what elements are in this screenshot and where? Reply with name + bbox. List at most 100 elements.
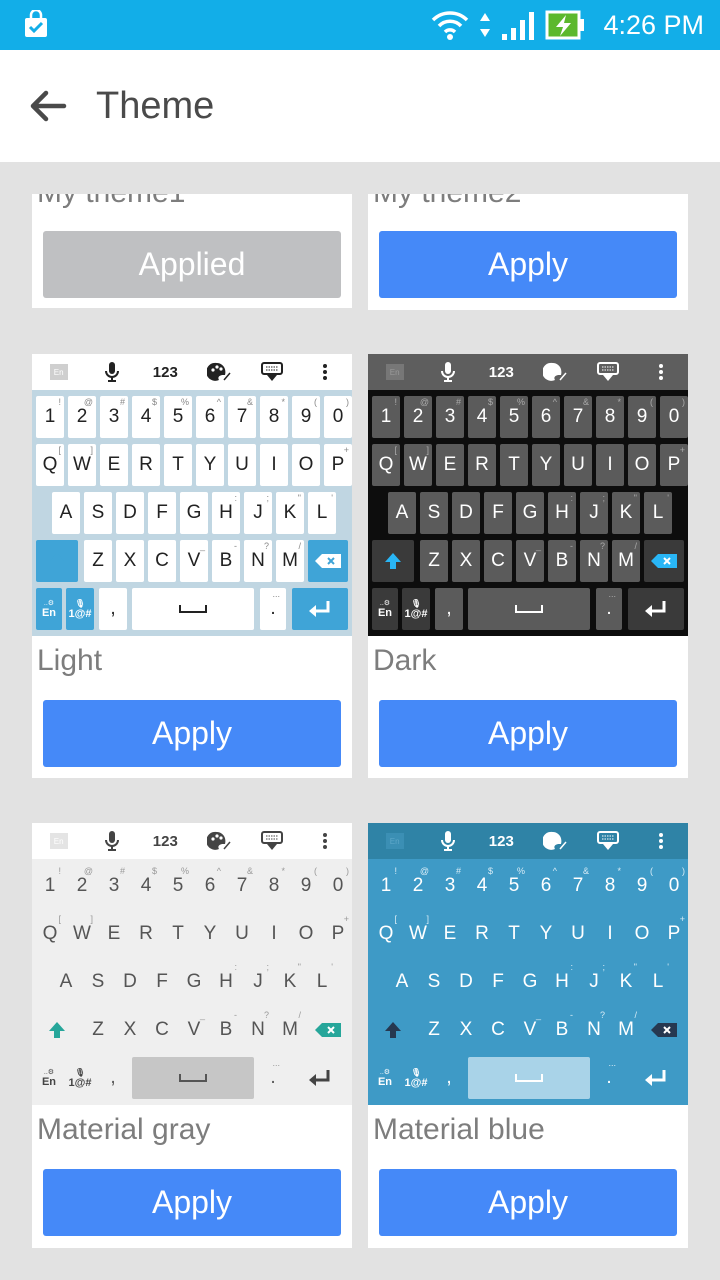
key[interactable]: P + — [660, 913, 688, 955]
key[interactable]: W] — [404, 444, 432, 486]
key[interactable]: B- — [548, 1009, 576, 1051]
key[interactable]: 0) — [660, 865, 688, 907]
theme-list[interactable]: My theme1 Applied My theme2 Apply En1231… — [0, 162, 720, 1280]
key[interactable]: D — [452, 492, 480, 534]
key[interactable]: 9( — [628, 396, 656, 438]
key[interactable]: F — [484, 492, 512, 534]
key[interactable]: Z — [420, 540, 448, 582]
key[interactable]: R — [132, 444, 160, 486]
key[interactable]: S — [84, 492, 112, 534]
key[interactable]: V _ — [180, 540, 208, 582]
key[interactable]: J; — [580, 492, 608, 534]
delete-key[interactable] — [644, 1009, 684, 1051]
key[interactable]: H: — [212, 492, 240, 534]
key[interactable]: 9( — [292, 865, 320, 907]
key[interactable]: E — [100, 913, 128, 955]
key[interactable]: T — [500, 913, 528, 955]
key[interactable]: M / — [276, 540, 304, 582]
key[interactable]: 7 & — [228, 865, 256, 907]
key[interactable]: 6 ^ — [532, 865, 560, 907]
key[interactable]: 4 $ — [132, 865, 160, 907]
key[interactable]: C — [148, 540, 176, 582]
keyboard-preview-material-gray[interactable]: En 123 1! 2 @3 #4 $5% 6 ^ 7 & 8 * 9(0) Q[W] E R T Y U I O P + A S… — [32, 823, 352, 1105]
key[interactable]: 7 & — [228, 396, 256, 438]
key[interactable]: D — [116, 492, 144, 534]
key[interactable]: C — [148, 1009, 176, 1051]
comma-key[interactable]: , — [435, 588, 463, 630]
key[interactable]: 5% — [500, 396, 528, 438]
key[interactable]: 8 * — [596, 396, 624, 438]
key[interactable]: 4 $ — [468, 396, 496, 438]
shift-key[interactable] — [36, 1009, 78, 1051]
key[interactable]: C — [484, 1009, 512, 1051]
key[interactable]: Y — [532, 913, 560, 955]
key[interactable]: 8 * — [596, 865, 624, 907]
space-key[interactable] — [132, 588, 254, 630]
key[interactable]: G — [516, 492, 544, 534]
key[interactable]: X — [116, 540, 144, 582]
key[interactable]: K " — [276, 961, 304, 1003]
key[interactable]: 7 & — [564, 396, 592, 438]
key[interactable]: Y — [196, 444, 224, 486]
key[interactable]: X — [452, 540, 480, 582]
language-key[interactable]: ..⚙ En — [372, 588, 398, 630]
key[interactable]: W] — [68, 913, 96, 955]
key[interactable]: H: — [212, 961, 240, 1003]
key[interactable]: S — [420, 961, 448, 1003]
key[interactable]: N? — [580, 1009, 608, 1051]
comma-key[interactable]: , — [99, 588, 127, 630]
period-key[interactable]: .... — [260, 588, 286, 630]
delete-key[interactable] — [644, 540, 684, 582]
key[interactable]: M / — [612, 1009, 640, 1051]
key[interactable]: A — [52, 492, 80, 534]
key[interactable]: O — [628, 444, 656, 486]
key[interactable]: B- — [548, 540, 576, 582]
key[interactable]: F — [148, 492, 176, 534]
key[interactable]: O — [292, 444, 320, 486]
symbols-key[interactable]: 🎙 1@# — [402, 1057, 430, 1099]
key[interactable]: N? — [244, 1009, 272, 1051]
key[interactable]: Z — [84, 1009, 112, 1051]
key[interactable]: L ' — [308, 492, 336, 534]
key[interactable]: R — [132, 913, 160, 955]
key[interactable]: 3 # — [436, 865, 464, 907]
key[interactable]: F — [148, 961, 176, 1003]
apply-button[interactable]: Apply — [43, 1169, 341, 1236]
key[interactable]: 9( — [292, 396, 320, 438]
key[interactable]: I — [596, 444, 624, 486]
key[interactable]: K " — [276, 492, 304, 534]
key[interactable]: H: — [548, 961, 576, 1003]
key[interactable]: K " — [612, 492, 640, 534]
keyboard-preview-dark[interactable]: En 123 1! 2 @3 #4 $5% 6 ^ 7 & 8 * 9(0) Q[W] E R T Y U I O P + A S… — [368, 354, 688, 636]
space-key[interactable] — [468, 1057, 590, 1099]
key[interactable]: 4 $ — [132, 396, 160, 438]
key[interactable]: 6 ^ — [196, 396, 224, 438]
key[interactable]: U — [564, 444, 592, 486]
period-key[interactable]: .... — [596, 588, 622, 630]
key[interactable]: A — [388, 961, 416, 1003]
key[interactable]: W] — [404, 913, 432, 955]
apply-button[interactable]: Apply — [43, 700, 341, 767]
key[interactable]: L ' — [644, 492, 672, 534]
key[interactable]: 0) — [660, 396, 688, 438]
arrow-back-icon[interactable] — [26, 84, 70, 128]
key[interactable]: 2 @ — [404, 396, 432, 438]
key[interactable]: 2 @ — [68, 396, 96, 438]
delete-key[interactable] — [308, 540, 348, 582]
key[interactable]: 1! — [372, 396, 400, 438]
key[interactable]: E — [436, 444, 464, 486]
key[interactable]: 6 ^ — [196, 865, 224, 907]
key[interactable]: G — [516, 961, 544, 1003]
key[interactable]: 1! — [372, 865, 400, 907]
key[interactable]: 2 @ — [68, 865, 96, 907]
key[interactable]: G — [180, 492, 208, 534]
key[interactable]: J; — [244, 492, 272, 534]
key[interactable]: J; — [580, 961, 608, 1003]
symbols-key[interactable]: 🎙 1@# — [402, 588, 430, 630]
key[interactable]: L ' — [644, 961, 672, 1003]
key[interactable]: Y — [196, 913, 224, 955]
apply-button[interactable]: Apply — [379, 1169, 677, 1236]
period-key[interactable]: .... — [260, 1057, 286, 1099]
key[interactable]: P + — [324, 913, 352, 955]
key[interactable]: Q[ — [36, 444, 64, 486]
